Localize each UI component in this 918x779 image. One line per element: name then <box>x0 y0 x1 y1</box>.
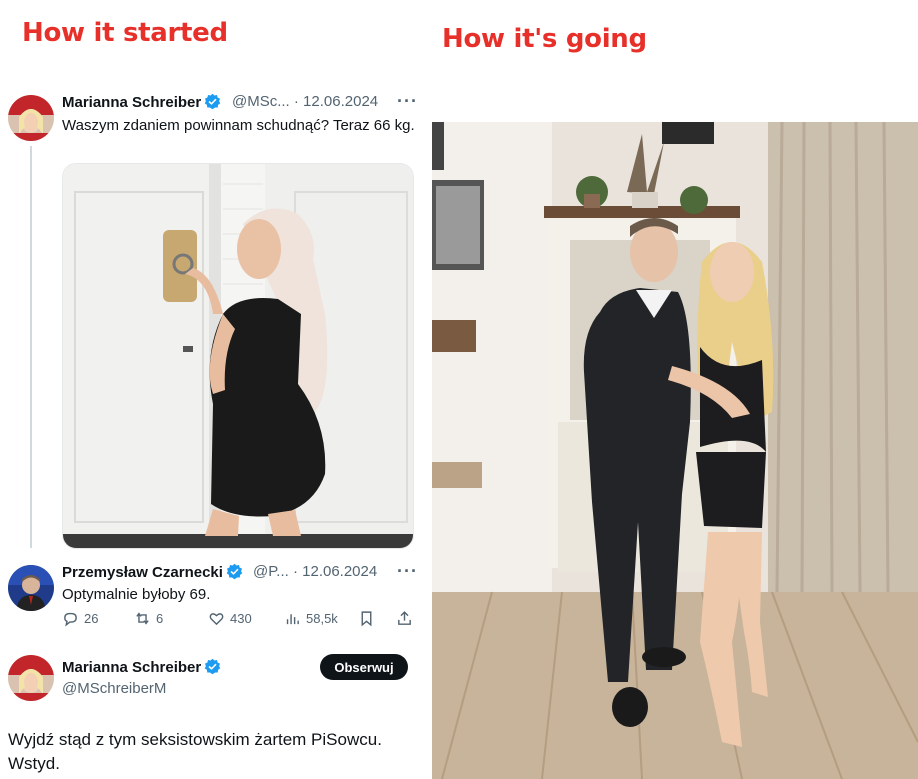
how-its-going-heading: How it's going <box>442 24 647 54</box>
author-name-text: Marianna Schreiber <box>62 94 202 111</box>
heart-icon <box>209 613 224 626</box>
like-count: 430 <box>230 611 252 626</box>
author-name-text: Marianna Schreiber <box>62 659 202 676</box>
views-count: 58,5k <box>306 611 338 626</box>
like-button[interactable]: 430 <box>208 610 252 627</box>
more-options-icon[interactable]: ··· <box>397 561 418 582</box>
reply-button[interactable]: 26 <box>62 610 98 627</box>
retweet-count: 6 <box>156 611 164 626</box>
quote-author-name[interactable]: Marianna Schreiber <box>62 658 221 676</box>
user-avatar-icon <box>8 565 54 611</box>
quote-author-avatar[interactable] <box>8 655 54 701</box>
quote-handle[interactable]: @MSchreiberM <box>62 680 166 697</box>
verified-badge-icon <box>204 658 221 675</box>
user-avatar-icon <box>8 655 54 701</box>
verified-badge-icon <box>204 93 221 110</box>
tweet-author-name[interactable]: Marianna Schreiber <box>62 93 221 111</box>
comment-icon <box>64 612 77 627</box>
thread-line <box>30 146 32 548</box>
reply-author-avatar[interactable] <box>8 565 54 611</box>
couple-photo <box>432 122 918 779</box>
more-options-icon[interactable]: ··· <box>397 91 418 112</box>
verified-badge-icon <box>226 563 243 580</box>
views-chart-icon <box>286 614 299 625</box>
bookmark-button[interactable] <box>358 610 375 627</box>
how-it-started-heading: How it started <box>22 18 228 48</box>
reply-action-bar: 26 6 430 58,5k <box>62 610 417 630</box>
author-name-text: Przemysław Czarnecki <box>62 564 223 581</box>
selfie-photo-icon <box>63 164 413 548</box>
reply-text: Optymalnie byłoby 69. <box>62 586 211 603</box>
reply-handle-date[interactable]: @P... · 12.06.2024 <box>253 563 377 580</box>
reply-count: 26 <box>84 611 99 626</box>
bookmark-icon <box>361 611 372 627</box>
quote-reply-text: Wyjdź stąd z tym seksistowskim żartem Pi… <box>8 730 382 773</box>
reply-author-name[interactable]: Przemysław Czarnecki <box>62 563 243 581</box>
share-button[interactable] <box>396 610 413 627</box>
tweet-media-photo[interactable] <box>62 163 414 549</box>
views-button[interactable]: 58,5k <box>284 610 338 627</box>
retweet-button[interactable]: 6 <box>134 610 163 627</box>
couple-photo-icon <box>432 122 918 779</box>
user-avatar-icon <box>8 95 54 141</box>
follow-button[interactable]: Obserwuj <box>320 654 408 680</box>
share-icon <box>398 611 411 625</box>
retweet-icon <box>136 612 149 625</box>
tweet-handle-date[interactable]: @MSc... · 12.06.2024 <box>232 93 378 110</box>
tweet-text: Waszym zdaniem powinnam schudnąć? Teraz … <box>62 117 415 134</box>
author-avatar[interactable] <box>8 95 54 141</box>
